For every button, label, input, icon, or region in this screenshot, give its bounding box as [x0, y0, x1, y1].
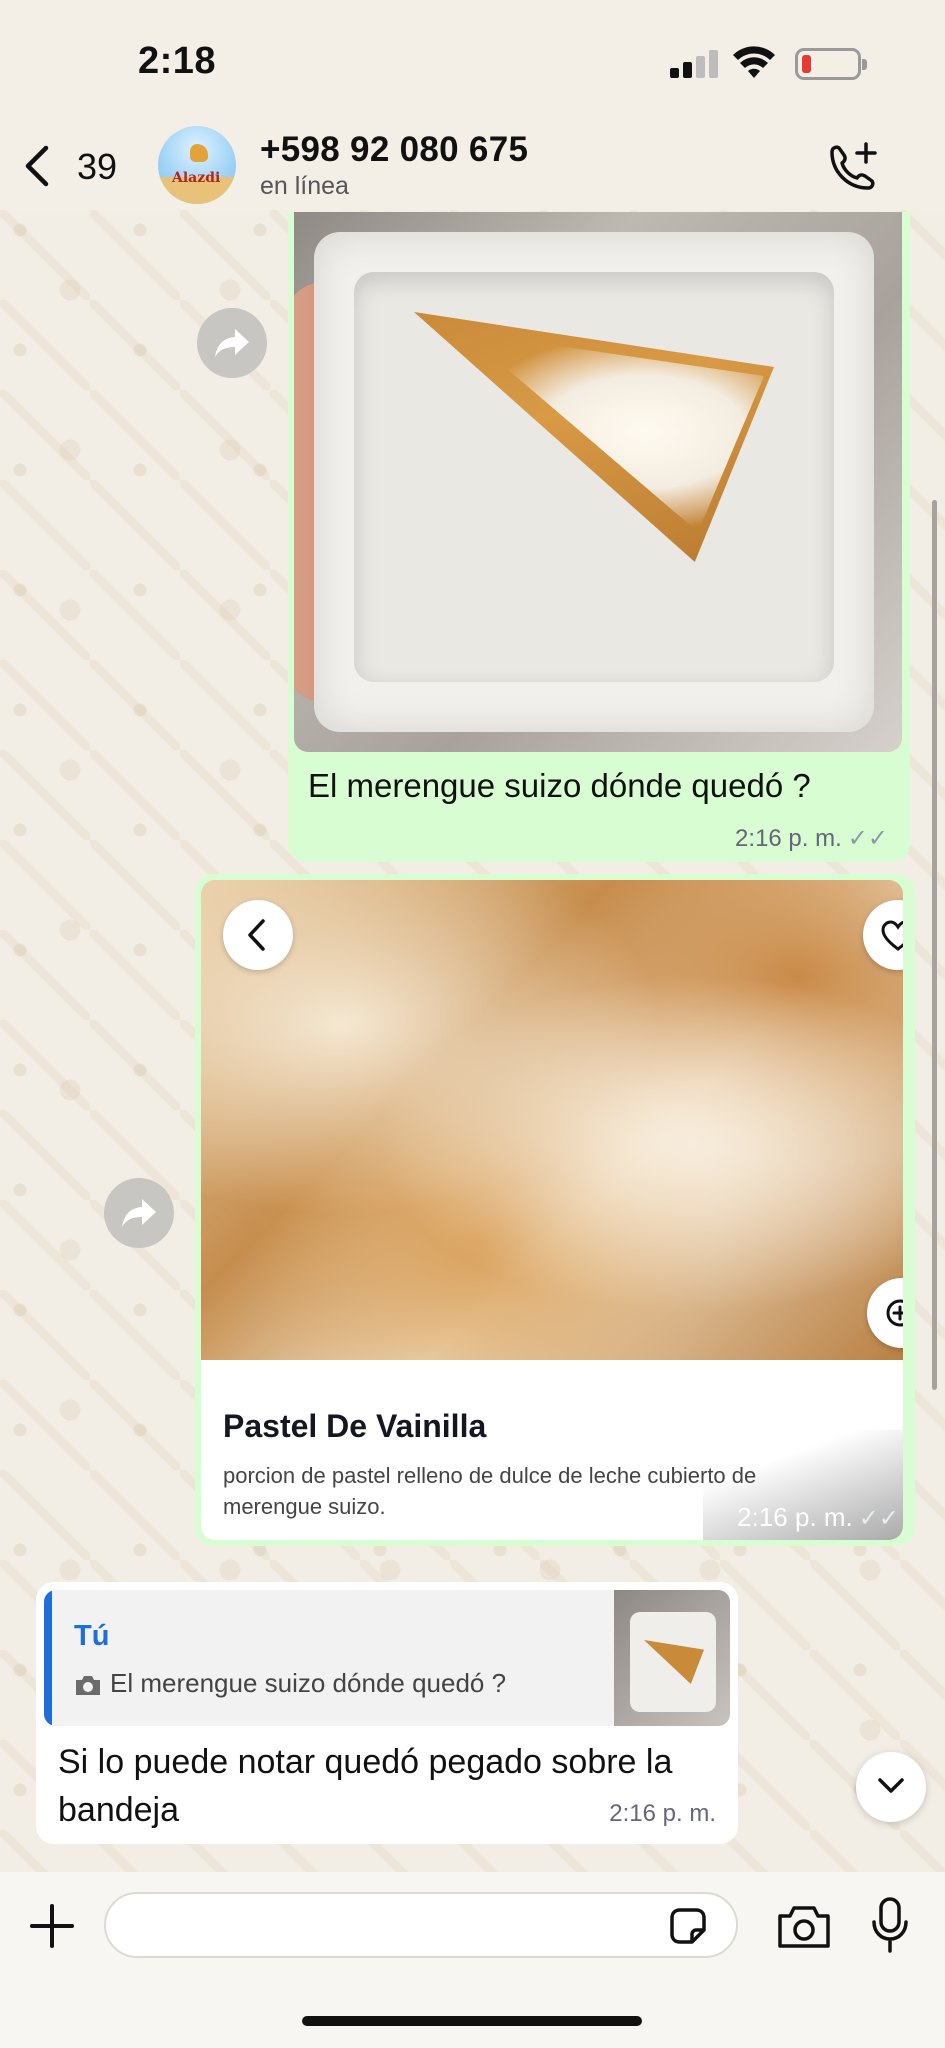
chevron-left-icon: [248, 919, 265, 951]
status-time: 2:18: [138, 40, 217, 82]
message-photo-outgoing[interactable]: El merengue suizo dónde quedó ? 2:16 p. …: [288, 212, 910, 862]
read-ticks-icon: ✓✓: [858, 1505, 899, 1532]
scrollbar[interactable]: [932, 500, 937, 1390]
avatar[interactable]: Alazdi: [158, 126, 236, 204]
wifi-icon: [733, 46, 775, 78]
avatar-logo-text: Alazdi: [172, 170, 221, 186]
quoted-message[interactable]: Tú El merengue suizo dónde quedó ?: [44, 1590, 730, 1726]
plus-icon[interactable]: [28, 1902, 76, 1950]
home-indicator: [302, 2016, 642, 2026]
plus-circle-icon: [886, 1299, 903, 1327]
cellular-signal-icon: [670, 50, 720, 78]
back-button[interactable]: 39: [22, 140, 132, 192]
unread-count: 39: [77, 146, 118, 187]
battery-icon: [795, 48, 867, 80]
image-prev-button[interactable]: [223, 900, 293, 970]
camera-icon[interactable]: [776, 1902, 832, 1950]
forward-arrow-icon: [122, 1199, 156, 1227]
message-caption: El merengue suizo dónde quedó ?: [308, 767, 811, 804]
sticker-icon[interactable]: [666, 1904, 710, 1948]
forward-arrow-icon: [215, 329, 249, 357]
contact-name[interactable]: +598 92 080 675: [260, 130, 528, 170]
microphone-icon[interactable]: [870, 1896, 910, 1954]
camel-logo-icon: [190, 144, 208, 162]
camera-icon: [76, 1676, 100, 1696]
quoted-thumbnail: [614, 1590, 730, 1726]
quoted-text-row: El merengue suizo dónde quedó ?: [74, 1668, 506, 1699]
cake-photo[interactable]: [294, 212, 902, 752]
phone-plus-icon[interactable]: [822, 138, 882, 198]
composer-bar: [0, 1872, 945, 2048]
message-meta: 2:16 p. m. ✓✓: [735, 824, 888, 853]
product-image[interactable]: [201, 880, 903, 1360]
scroll-down-button[interactable]: [856, 1752, 926, 1822]
message-input[interactable]: [128, 1904, 648, 1948]
message-time: 2:16 p. m.: [737, 1502, 853, 1532]
message-meta: 2:16 p. m. ✓✓: [737, 1502, 899, 1533]
read-ticks-icon: ✓✓: [847, 825, 888, 852]
quoted-author: Tú: [74, 1620, 110, 1652]
product-title: Pastel De Vainilla: [223, 1408, 487, 1444]
favorite-button[interactable]: [863, 900, 903, 970]
forward-button[interactable]: [104, 1178, 174, 1248]
chevron-down-icon: [878, 1778, 904, 1793]
message-time: 2:16 p. m.: [735, 825, 842, 852]
message-product-card[interactable]: Pastel De Vainilla porcion de pastel rel…: [195, 874, 915, 1546]
contact-status: en línea: [260, 172, 349, 200]
chat-header: 39 Alazdi +598 92 080 675 en línea: [0, 120, 945, 215]
message-input-wrapper: [104, 1892, 738, 1958]
message-time: 2:16 p. m.: [609, 1800, 716, 1827]
add-to-cart-button[interactable]: [867, 1278, 903, 1348]
forward-button[interactable]: [197, 308, 267, 378]
message-reply-incoming[interactable]: Tú El merengue suizo dónde quedó ? Si lo…: [36, 1582, 738, 1844]
status-bar: 2:18: [0, 0, 945, 120]
heart-icon: [881, 920, 903, 951]
quoted-text: El merengue suizo dónde quedó ?: [110, 1668, 507, 1698]
chevron-left-icon: [25, 145, 49, 187]
